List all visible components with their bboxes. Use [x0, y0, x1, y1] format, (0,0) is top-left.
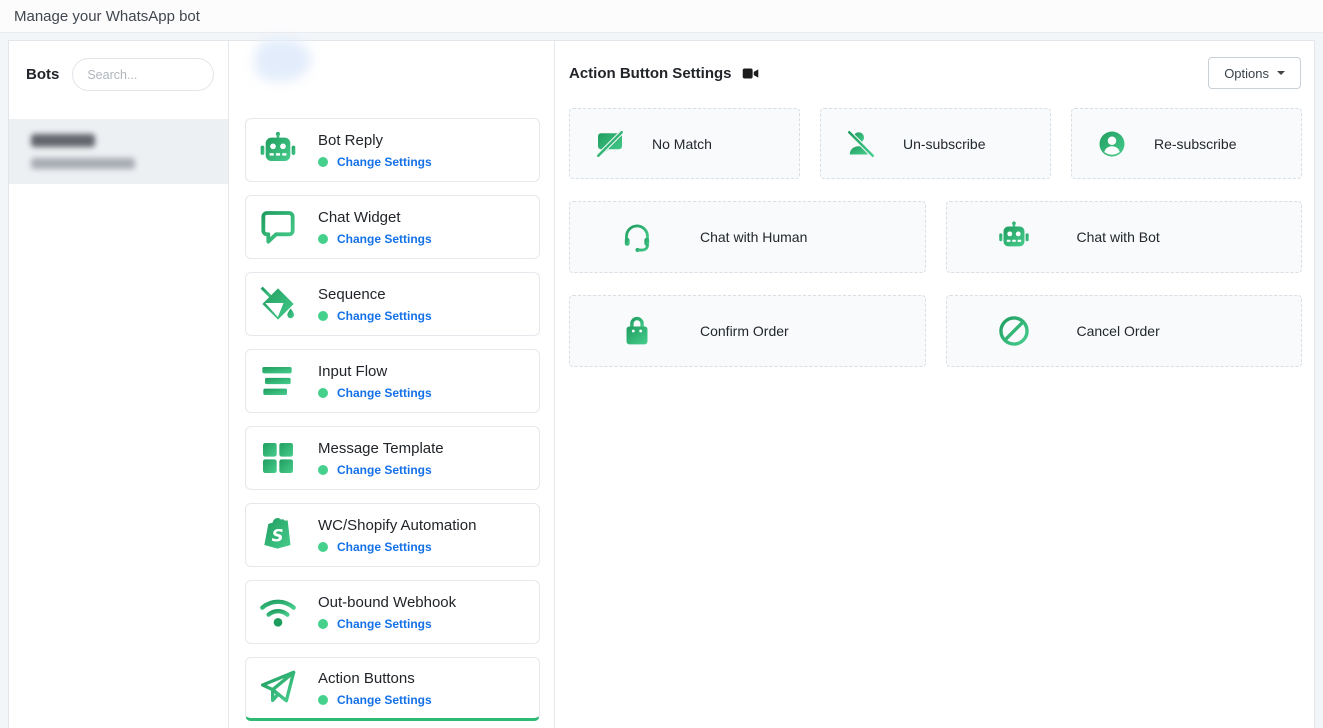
- feature-card-action-buttons[interactable]: Action Buttons Change Settings: [245, 657, 540, 721]
- status-dot: [318, 695, 328, 705]
- main-container: Bots Bot Reply Change Settings: [8, 40, 1315, 728]
- robot-icon: [257, 129, 299, 171]
- chat-bubble-icon: [257, 206, 299, 248]
- user-circle-icon: [1097, 129, 1127, 159]
- tile-chat-with-bot[interactable]: Chat with Bot: [946, 201, 1303, 273]
- chat-slash-icon: [595, 129, 625, 159]
- change-settings-link[interactable]: Change Settings: [337, 617, 432, 631]
- change-settings-link[interactable]: Change Settings: [337, 463, 432, 477]
- status-dot: [318, 311, 328, 321]
- tile-label: No Match: [652, 136, 712, 152]
- paper-plane-icon: [257, 667, 299, 709]
- feature-title: Chat Widget: [318, 209, 432, 226]
- wifi-icon: [257, 591, 299, 633]
- tiles-row-1: No Match Un-subscribe Re-subscribe: [569, 108, 1302, 179]
- svg-text:S: S: [272, 527, 284, 546]
- shopping-bag-icon: [620, 314, 654, 348]
- feature-card-input-flow[interactable]: Input Flow Change Settings: [245, 349, 540, 413]
- tile-confirm-order[interactable]: Confirm Order: [569, 295, 926, 367]
- bots-sidebar: Bots: [9, 41, 229, 728]
- bots-header: Bots: [9, 41, 228, 101]
- change-settings-link[interactable]: Change Settings: [337, 386, 432, 400]
- video-camera-icon[interactable]: [742, 66, 759, 81]
- ban-icon: [997, 314, 1031, 348]
- feature-card-list: Bot Reply Change Settings Chat Widget Ch…: [245, 118, 540, 728]
- robot-icon: [997, 220, 1031, 254]
- blurred-badge: [255, 39, 311, 81]
- change-settings-link[interactable]: Change Settings: [337, 232, 432, 246]
- tile-chat-with-human[interactable]: Chat with Human: [569, 201, 926, 273]
- tiles-row-2: Chat with Human Chat with Bot: [569, 201, 1302, 273]
- tile-cancel-order[interactable]: Cancel Order: [946, 295, 1303, 367]
- change-settings-link[interactable]: Change Settings: [337, 155, 432, 169]
- feature-card-wc-shopify-automation[interactable]: S WC/Shopify Automation Change Settings: [245, 503, 540, 567]
- feature-title: Out-bound Webhook: [318, 594, 456, 611]
- status-dot: [318, 619, 328, 629]
- feature-title: Message Template: [318, 440, 444, 457]
- change-settings-link[interactable]: Change Settings: [337, 693, 432, 707]
- bots-title: Bots: [26, 66, 59, 83]
- status-dot: [318, 542, 328, 552]
- tile-label: Re-subscribe: [1154, 136, 1236, 152]
- tile-un-subscribe[interactable]: Un-subscribe: [820, 108, 1051, 179]
- feature-card-message-template[interactable]: Message Template Change Settings: [245, 426, 540, 490]
- tile-label: Chat with Human: [700, 229, 807, 245]
- shopify-bag-icon: S: [257, 514, 299, 556]
- feature-title: WC/Shopify Automation: [318, 517, 476, 534]
- tile-label: Confirm Order: [700, 323, 789, 339]
- tile-label: Un-subscribe: [903, 136, 985, 152]
- change-settings-link[interactable]: Change Settings: [337, 309, 432, 323]
- action-button-settings-panel: Action Button Settings Options No Match: [555, 41, 1314, 728]
- options-button[interactable]: Options: [1208, 57, 1301, 89]
- bot-phone-redacted: [31, 158, 135, 169]
- change-settings-link[interactable]: Change Settings: [337, 540, 432, 554]
- action-tiles: No Match Un-subscribe Re-subscribe: [569, 108, 1302, 389]
- grid-icon: [257, 437, 299, 479]
- tile-re-subscribe[interactable]: Re-subscribe: [1071, 108, 1302, 179]
- tile-label: Chat with Bot: [1077, 229, 1160, 245]
- feature-title: Input Flow: [318, 363, 432, 380]
- feature-card-sequence[interactable]: Sequence Change Settings: [245, 272, 540, 336]
- feature-title: Bot Reply: [318, 132, 432, 149]
- chevron-down-icon: [1277, 71, 1285, 75]
- feature-card-bot-reply[interactable]: Bot Reply Change Settings: [245, 118, 540, 182]
- user-slash-icon: [846, 129, 876, 159]
- status-dot: [318, 465, 328, 475]
- tile-label: Cancel Order: [1077, 323, 1160, 339]
- headset-icon: [620, 220, 654, 254]
- bars-icon: [257, 360, 299, 402]
- feature-card-chat-widget[interactable]: Chat Widget Change Settings: [245, 195, 540, 259]
- status-dot: [318, 388, 328, 398]
- status-dot: [318, 157, 328, 167]
- panel-title: Action Button Settings: [569, 65, 731, 82]
- search-input[interactable]: [72, 58, 214, 91]
- feature-title: Action Buttons: [318, 670, 432, 687]
- features-column: Bot Reply Change Settings Chat Widget Ch…: [229, 41, 555, 728]
- feature-card-outbound-webhook[interactable]: Out-bound Webhook Change Settings: [245, 580, 540, 644]
- page-title: Manage your WhatsApp bot: [14, 8, 200, 25]
- bot-name-redacted: [31, 134, 95, 147]
- paint-bucket-icon: [257, 283, 299, 325]
- panel-header: Action Button Settings: [569, 65, 759, 82]
- tile-no-match[interactable]: No Match: [569, 108, 800, 179]
- bot-list-item[interactable]: [9, 119, 228, 184]
- options-button-label: Options: [1224, 66, 1269, 81]
- app-header: Manage your WhatsApp bot: [0, 0, 1323, 33]
- feature-title: Sequence: [318, 286, 432, 303]
- tiles-row-3: Confirm Order Cancel Order: [569, 295, 1302, 367]
- status-dot: [318, 234, 328, 244]
